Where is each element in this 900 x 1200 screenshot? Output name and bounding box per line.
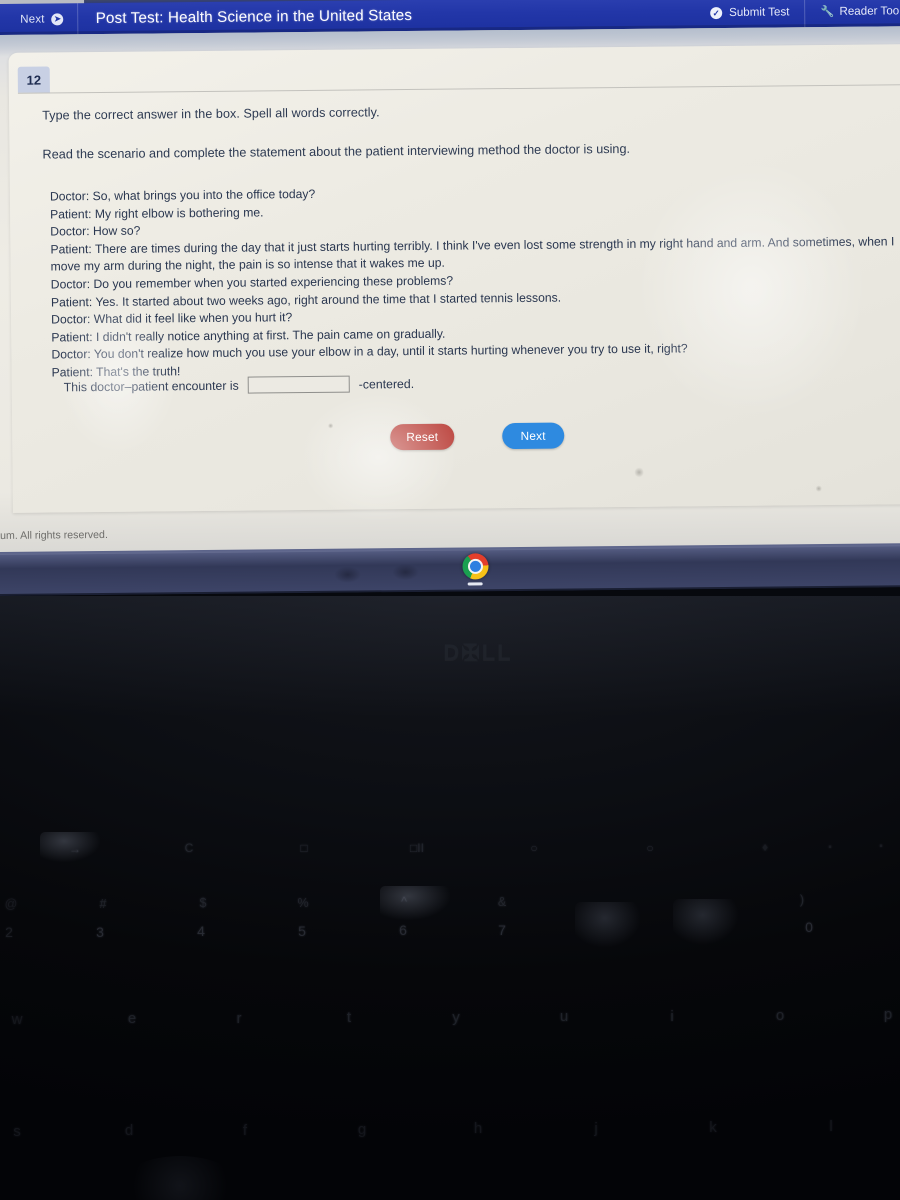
key-fn-mute[interactable]: ♦ — [752, 840, 778, 854]
deck-reflection — [120, 1156, 240, 1200]
key-digit-4[interactable]: 4 — [188, 923, 214, 939]
key-digit-0[interactable]: 0 — [796, 919, 822, 935]
instruction-primary: Type the correct answer in the box. Spel… — [42, 105, 380, 123]
key-digit-5[interactable]: 5 — [289, 923, 315, 939]
key-letter-r[interactable]: r — [226, 1010, 252, 1027]
keycap-highlight — [40, 832, 100, 862]
speaker-grille — [575, 902, 641, 948]
key-symbol-hash[interactable]: # — [90, 897, 116, 911]
screen-dust — [328, 422, 334, 429]
answer-prefix-text: This doctor–patient encounter is — [63, 378, 239, 394]
screenshot-root: Next ➤ Post Test: Health Science in the … — [0, 0, 900, 1200]
reset-button[interactable]: Reset — [390, 423, 455, 451]
screen-dust — [634, 466, 644, 478]
header-actions: ✓ Submit Test 🔧 Reader Too — [695, 0, 900, 28]
screen-dust — [815, 485, 822, 493]
key-digit-2[interactable]: 2 — [0, 924, 22, 940]
key-letter-i[interactable]: i — [659, 1008, 685, 1025]
answer-suffix-text: -centered. — [358, 376, 415, 392]
taskbar-shadow — [392, 563, 419, 581]
check-circle-icon: ✓ — [710, 6, 723, 19]
reader-tools-button[interactable]: 🔧 Reader Too — [804, 0, 900, 28]
header-next-nav[interactable]: Next ➤ — [0, 3, 79, 35]
next-button[interactable]: Next — [502, 422, 565, 450]
reader-tools-label: Reader Too — [839, 4, 900, 18]
question-action-buttons: Reset Next — [12, 419, 900, 454]
key-fn-display[interactable]: □ — [291, 841, 317, 855]
chrome-browser-icon[interactable] — [462, 553, 489, 580]
key-digit-7[interactable]: 7 — [489, 922, 515, 938]
taskbar-active-indicator — [467, 582, 483, 585]
question-divider — [17, 84, 900, 94]
speaker-grille — [673, 899, 739, 945]
key-letter-f[interactable]: f — [232, 1122, 258, 1139]
question-card: 12 Type the correct answer in the box. S… — [8, 43, 900, 513]
key-letter-g[interactable]: g — [349, 1121, 375, 1138]
input-caret-mark — [157, 369, 159, 377]
key-letter-e[interactable]: e — [119, 1010, 145, 1027]
scenario-dialogue: Doctor: So, what brings you into the off… — [50, 180, 900, 382]
question-number-badge: 12 — [17, 66, 50, 93]
circle-arrow-right-icon: ➤ — [51, 12, 64, 25]
key-symbol-paren-close[interactable]: ) — [789, 893, 815, 907]
key-letter-k[interactable]: k — [700, 1119, 726, 1136]
key-letter-o[interactable]: o — [767, 1007, 793, 1024]
key-letter-d[interactable]: d — [116, 1122, 142, 1139]
key-symbol-at[interactable]: @ — [0, 897, 24, 911]
answer-statement-row: This doctor–patient encounter is -center… — [64, 375, 415, 395]
answer-input[interactable] — [247, 375, 350, 394]
key-letter-u[interactable]: u — [551, 1008, 577, 1025]
key-fn-brightness-down[interactable]: ○ — [521, 841, 547, 855]
key-letter-s[interactable]: s — [4, 1123, 30, 1140]
laptop-screen: Next ➤ Post Test: Health Science in the … — [0, 0, 900, 596]
key-digit-3[interactable]: 3 — [87, 924, 113, 940]
key-symbol-percent[interactable]: % — [290, 896, 316, 910]
key-symbol-ampersand[interactable]: & — [489, 895, 515, 909]
key-letter-y[interactable]: y — [443, 1009, 469, 1026]
taskbar-shadow — [334, 566, 361, 583]
copyright-text: tum. All rights reserved. — [0, 528, 108, 542]
key-letter-j[interactable]: j — [583, 1120, 609, 1137]
key-letter-t[interactable]: t — [336, 1009, 362, 1026]
key-fn-multiscreen[interactable]: □II — [400, 841, 434, 855]
page-title: Post Test: Health Science in the United … — [95, 6, 413, 28]
os-taskbar[interactable] — [0, 543, 900, 594]
submit-test-button[interactable]: ✓ Submit Test — [695, 0, 805, 28]
laptop-keyboard: → C □ □II ○ ○ ♦ ⬝ ⬝ @ # $ % ^ & ) 2 3 4 … — [0, 596, 900, 1200]
key-fn-brightness-up[interactable]: ○ — [637, 841, 663, 855]
instruction-secondary: Read the scenario and complete the state… — [42, 141, 631, 162]
key-fn-volume-down[interactable]: ⬝ — [820, 839, 840, 854]
keycap-highlight — [380, 886, 450, 920]
key-letter-h[interactable]: h — [465, 1120, 491, 1137]
key-letter-l[interactable]: l — [818, 1118, 844, 1135]
wrench-icon: 🔧 — [820, 5, 835, 18]
key-fn-volume-up[interactable]: ⬝ — [868, 838, 894, 853]
key-symbol-dollar[interactable]: $ — [190, 896, 216, 910]
header-next-label: Next — [20, 13, 45, 26]
key-fn-c[interactable]: C — [176, 841, 202, 855]
key-digit-6[interactable]: 6 — [390, 922, 416, 938]
key-letter-w[interactable]: w — [4, 1011, 30, 1028]
submit-test-label: Submit Test — [729, 5, 790, 19]
key-letter-p[interactable]: p — [875, 1006, 900, 1023]
